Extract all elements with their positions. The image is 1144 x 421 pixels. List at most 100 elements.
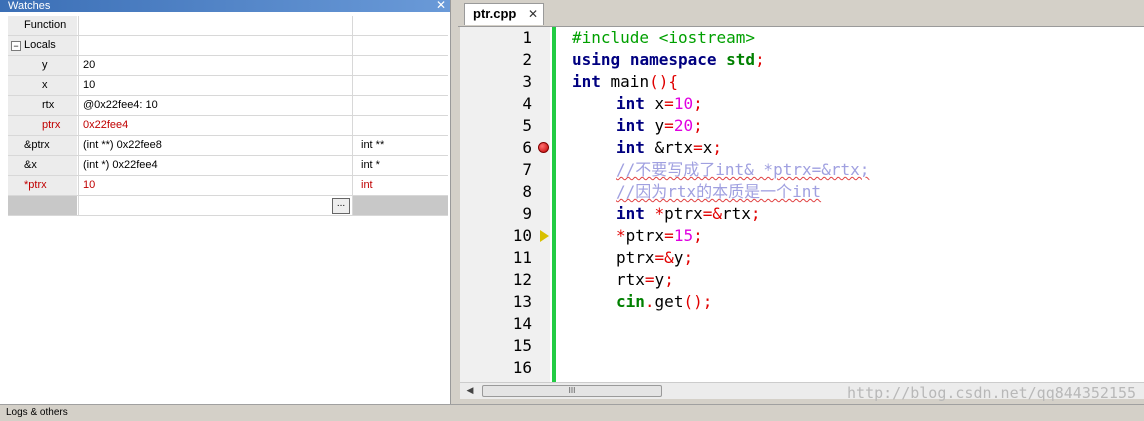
- identifier: get: [654, 292, 684, 311]
- watch-row-deref-ptrx[interactable]: *ptrx 10 int: [8, 176, 448, 196]
- code-line: 15: [460, 335, 1144, 357]
- collapse-icon[interactable]: −: [11, 41, 21, 51]
- tab-label: ptr.cpp: [473, 6, 517, 21]
- watch-row-locals[interactable]: − Locals: [8, 36, 448, 56]
- edit-button[interactable]: ...: [332, 198, 350, 214]
- tab-ptr-cpp[interactable]: ptr.cpp ✕: [464, 3, 544, 25]
- code-text: using namespace std;: [572, 49, 765, 71]
- watch-name: rtx: [24, 96, 77, 115]
- code-line: 3 int main(){: [460, 71, 1144, 93]
- code-line: 7 //不要写成了int& *ptrx=&rtx;: [460, 159, 1144, 181]
- watch-name: Locals: [24, 36, 77, 55]
- close-icon[interactable]: ✕: [436, 0, 446, 11]
- watch-row-addr-ptrx[interactable]: &ptrx (int **) 0x22fee8 int **: [8, 136, 448, 156]
- row-gutter: [8, 56, 24, 75]
- watch-type: [352, 76, 448, 95]
- line-number: 3: [522, 72, 532, 91]
- keyword: int: [616, 94, 645, 113]
- watch-value: (int **) 0x22fee8: [78, 136, 352, 155]
- watch-row-function[interactable]: Function: [8, 16, 448, 36]
- logs-panel-tab[interactable]: Logs & others: [0, 404, 1144, 419]
- tab-close-icon[interactable]: ✕: [528, 4, 538, 24]
- code-line: 12 rtx=y;: [460, 269, 1144, 291]
- new-watch-type: [352, 196, 448, 215]
- keyword: int: [616, 116, 645, 135]
- line-number: 15: [512, 336, 532, 355]
- code-line: 4 int x=10;: [460, 93, 1144, 115]
- symbol: ;: [755, 50, 765, 69]
- row-gutter: [8, 156, 24, 175]
- row-gutter: −: [8, 36, 24, 55]
- watch-row-rtx[interactable]: rtx @0x22fee4: 10: [8, 96, 448, 116]
- identifier: x: [644, 94, 665, 113]
- watch-row-new[interactable]: ...: [8, 196, 448, 216]
- breakpoint-icon[interactable]: [538, 142, 549, 153]
- row-gutter: [8, 76, 24, 95]
- symbol: ;: [683, 248, 694, 267]
- watch-type: [352, 56, 448, 75]
- code-text: int *ptrx=&rtx;: [616, 203, 761, 225]
- code-text: int main(){: [572, 71, 678, 93]
- code-area[interactable]: 1 #include <iostream> 2 using namespace …: [460, 27, 1144, 382]
- watch-name: *ptrx: [24, 176, 77, 195]
- line-number: 10: [512, 226, 532, 245]
- code-line: 6 int &rtx=x;: [460, 137, 1144, 159]
- watch-type: [352, 116, 448, 135]
- line-number: 12: [512, 270, 532, 289]
- number: 15: [673, 226, 694, 245]
- watch-name: y: [24, 56, 77, 75]
- code-text: int y=20;: [616, 115, 703, 137]
- new-watch-value[interactable]: ...: [78, 196, 352, 215]
- code-line: 11 ptrx=&y;: [460, 247, 1144, 269]
- scrollbar-thumb[interactable]: III: [482, 385, 662, 397]
- keyword: int: [572, 72, 601, 91]
- row-gutter: [8, 16, 24, 35]
- watch-row-addr-x[interactable]: &x (int *) 0x22fee4 int *: [8, 156, 448, 176]
- row-gutter: [8, 116, 24, 135]
- new-watch-name[interactable]: [24, 196, 77, 215]
- watch-row-ptrx[interactable]: ptrx 0x22fee4: [8, 116, 448, 136]
- code-text: int &rtx=x;: [616, 137, 722, 159]
- line-number: 4: [522, 94, 532, 113]
- comment: //不要写成了int& *ptrx=&rtx;: [616, 160, 870, 179]
- watch-type: int: [352, 176, 448, 195]
- watches-grid: Function − Locals y 20 x 10 rtx @0x22fee…: [8, 16, 448, 216]
- symbol: ;: [712, 138, 722, 157]
- watch-row-x[interactable]: x 10: [8, 76, 448, 96]
- identifier: rtx: [664, 138, 694, 157]
- line-number: 14: [512, 314, 532, 333]
- identifier: y: [644, 116, 665, 135]
- symbol: .: [644, 292, 655, 311]
- scroll-left-icon[interactable]: ◀: [464, 385, 476, 397]
- editor-tabbar: ptr.cpp ✕: [458, 0, 1144, 27]
- row-gutter: [8, 136, 24, 155]
- watches-title: Watches: [8, 0, 51, 12]
- line-number: 7: [522, 160, 532, 179]
- line-number: 2: [522, 50, 532, 69]
- line-number: 16: [512, 358, 532, 377]
- code-line: 1 #include <iostream>: [460, 27, 1144, 49]
- watch-value: @0x22fee4: 10: [78, 96, 352, 115]
- identifier: x: [702, 138, 713, 157]
- watch-value: 20: [78, 56, 352, 75]
- watch-name: Function: [24, 16, 77, 35]
- watch-value: 10: [78, 76, 352, 95]
- line-number: 8: [522, 182, 532, 201]
- code-line: 14: [460, 313, 1144, 335]
- watch-value: 10: [78, 176, 352, 195]
- symbol: =: [664, 116, 674, 135]
- code-line: 10 *ptrx=15;: [460, 225, 1144, 247]
- namespace: cin: [616, 292, 645, 311]
- symbol: =: [664, 226, 674, 245]
- code-text: #include <iostream>: [572, 28, 756, 47]
- keyword: int: [616, 204, 645, 223]
- identifier: ptrx: [664, 204, 703, 223]
- watch-row-y[interactable]: y 20: [8, 56, 448, 76]
- number: 20: [673, 116, 694, 135]
- watch-value: (int *) 0x22fee4: [78, 156, 352, 175]
- symbol: *: [644, 204, 665, 223]
- namespace: std: [726, 50, 756, 69]
- editor-pane: ptr.cpp ✕ 1 #include <iostream> 2 using …: [458, 0, 1144, 404]
- watch-name: x: [24, 76, 77, 95]
- keyword: namespace: [629, 50, 717, 69]
